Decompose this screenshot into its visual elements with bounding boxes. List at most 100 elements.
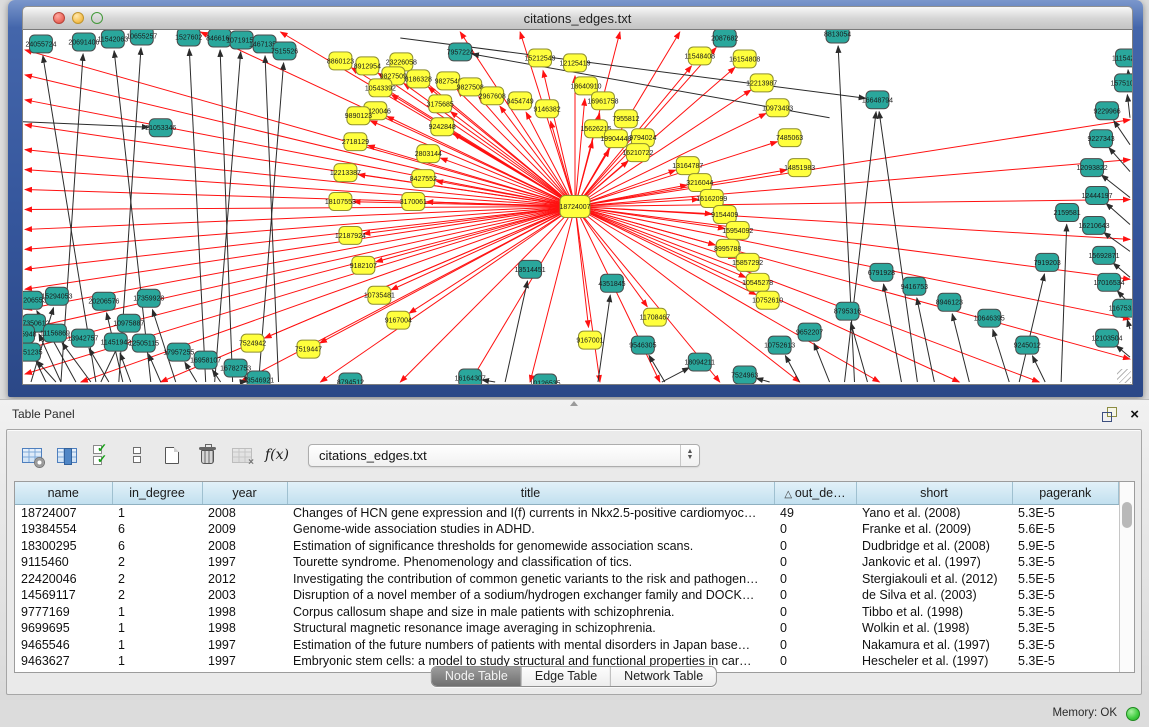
table-row[interactable]: 977716911998Corpus callosum shape and si…: [15, 604, 1119, 621]
network-canvas[interactable]: 1872400724055724206914061154206310655257…: [22, 30, 1133, 385]
column-header-out_degree[interactable]: △ out_de…: [774, 482, 856, 504]
function-builder-icon[interactable]: f(x): [264, 442, 290, 468]
graph-edge[interactable]: [25, 170, 575, 207]
graph-edge[interactable]: [25, 50, 575, 207]
graph-node-label: 12125419: [559, 60, 590, 67]
graph-node-label: 10973493: [762, 105, 793, 112]
column-header-year[interactable]: year: [202, 482, 287, 504]
graph-edge[interactable]: [25, 125, 575, 207]
graph-node-label: 2159581: [1054, 210, 1081, 217]
table-row[interactable]: 1830029562008Estimation of significance …: [15, 538, 1119, 555]
graph-edge[interactable]: [376, 207, 575, 262]
graph-node-label: 8995788: [714, 246, 741, 253]
graph-edge[interactable]: [259, 63, 284, 382]
graph-edge[interactable]: [25, 100, 575, 207]
trash-icon[interactable]: [194, 442, 220, 468]
graph-edge[interactable]: [662, 368, 689, 382]
zoom-window-button[interactable]: [91, 12, 103, 24]
graph-edge[interactable]: [575, 170, 787, 207]
network-window-titlebar[interactable]: citations_edges.txt: [22, 6, 1133, 30]
graph-edge[interactable]: [1127, 320, 1130, 329]
table-row[interactable]: 946554611997Estimation of the future num…: [15, 637, 1119, 654]
graph-edge[interactable]: [575, 200, 1130, 207]
graph-edge[interactable]: [470, 207, 575, 383]
column-header-pagerank[interactable]: pagerank: [1012, 482, 1119, 504]
graph-node-label: 10655257: [126, 33, 157, 40]
table-row[interactable]: 969969511998Structural magnetic resonanc…: [15, 620, 1119, 637]
graph-edge[interactable]: [23, 122, 149, 127]
table-scrollbar[interactable]: [1119, 482, 1134, 672]
graph-edge[interactable]: [201, 32, 575, 207]
graph-edge[interactable]: [952, 314, 969, 382]
graph-edge[interactable]: [215, 52, 241, 382]
scrollbar-thumb[interactable]: [1122, 502, 1132, 528]
graph-edge[interactable]: [575, 99, 585, 207]
graph-node-label: 9652207: [796, 330, 823, 337]
graph-node-label: 13942757: [67, 336, 98, 343]
graph-edge[interactable]: [62, 343, 91, 382]
table-row[interactable]: 1872400712008Changes of HCN gene express…: [15, 504, 1119, 521]
graph-edge[interactable]: [25, 207, 575, 230]
graph-edge[interactable]: [785, 356, 799, 382]
graph-node-label: 20206576: [88, 299, 119, 306]
graph-edge[interactable]: [993, 330, 1009, 382]
graph-edge[interactable]: [505, 281, 527, 382]
graph-edge[interactable]: [649, 355, 665, 382]
graph-edge[interactable]: [884, 284, 902, 382]
new-column-icon[interactable]: [159, 442, 185, 468]
graph-edge[interactable]: [575, 207, 589, 328]
float-panel-icon[interactable]: [1102, 407, 1117, 422]
graph-edge[interactable]: [89, 348, 109, 382]
column-header-in_degree[interactable]: in_degree: [112, 482, 202, 504]
graph-node-label: 17957255: [163, 350, 194, 357]
column-header-title[interactable]: title: [287, 482, 774, 504]
graph-node-label: 16961758: [587, 98, 618, 105]
graph-edge[interactable]: [1019, 274, 1044, 382]
close-panel-icon[interactable]: ×: [1130, 408, 1139, 422]
graph-edge[interactable]: [25, 207, 575, 290]
graph-edge[interactable]: [370, 121, 575, 207]
graph-node-label: 11548408: [685, 53, 716, 60]
graph-node-label: 9167004: [385, 318, 412, 325]
tab-network-table[interactable]: Network Table: [610, 667, 716, 686]
table-row[interactable]: 1456911722003Disruption of a novel membe…: [15, 587, 1119, 604]
table-row[interactable]: 2242004622012Investigating the contribut…: [15, 571, 1119, 588]
graph-node-label: 8813054: [824, 31, 851, 38]
graph-edge[interactable]: [1032, 356, 1045, 382]
graph-edge[interactable]: [575, 207, 1039, 383]
delete-table-icon[interactable]: ×: [229, 442, 255, 468]
graph-edge[interactable]: [575, 120, 1130, 207]
graph-node-label: 10126535: [530, 380, 561, 384]
graph-node-label: 23226058: [386, 59, 417, 66]
column-header-short[interactable]: short: [856, 482, 1012, 504]
tab-node-table[interactable]: Node Table: [432, 667, 521, 686]
tab-edge-table[interactable]: Edge Table: [521, 667, 610, 686]
graph-edge[interactable]: [917, 298, 935, 382]
graph-edge[interactable]: [1061, 224, 1067, 382]
graph-node-label: 3175685: [427, 101, 454, 108]
row-height-icon[interactable]: [124, 442, 150, 468]
graph-edge[interactable]: [1127, 95, 1130, 118]
resize-grip[interactable]: [1117, 369, 1131, 383]
column-visibility-icon[interactable]: [54, 442, 80, 468]
graph-edge[interactable]: [575, 160, 1130, 207]
table-panel: Table Panel × ✓ ✓ × f(x) citations_edges…: [0, 399, 1149, 700]
graph-edge[interactable]: [1106, 203, 1130, 224]
table-row[interactable]: 911546021997Tourette syndrome. Phenomeno…: [15, 554, 1119, 571]
close-window-button[interactable]: [53, 12, 65, 24]
graph-edge[interactable]: [25, 207, 575, 210]
graph-edge[interactable]: [25, 207, 575, 330]
select-functions-icon[interactable]: ✓ ✓: [89, 442, 115, 468]
splitter-handle[interactable]: [570, 401, 578, 406]
table-row[interactable]: 1938455462009Genome-wide association stu…: [15, 521, 1119, 538]
memory-status-indicator[interactable]: [1126, 707, 1140, 721]
graph-edge[interactable]: [1114, 121, 1130, 145]
table-mode-icon[interactable]: [19, 442, 45, 468]
graph-node-label: 12505115: [129, 341, 160, 348]
graph-node-label: 2087682: [711, 35, 738, 42]
network-graph[interactable]: 1872400724055724206914061154206310655257…: [23, 30, 1132, 384]
minimize-window-button[interactable]: [72, 12, 84, 24]
table-selector-dropdown[interactable]: citations_edges.txt ▲▼: [308, 444, 700, 467]
column-header-name[interactable]: name: [15, 482, 112, 504]
graph-edge[interactable]: [575, 142, 777, 207]
